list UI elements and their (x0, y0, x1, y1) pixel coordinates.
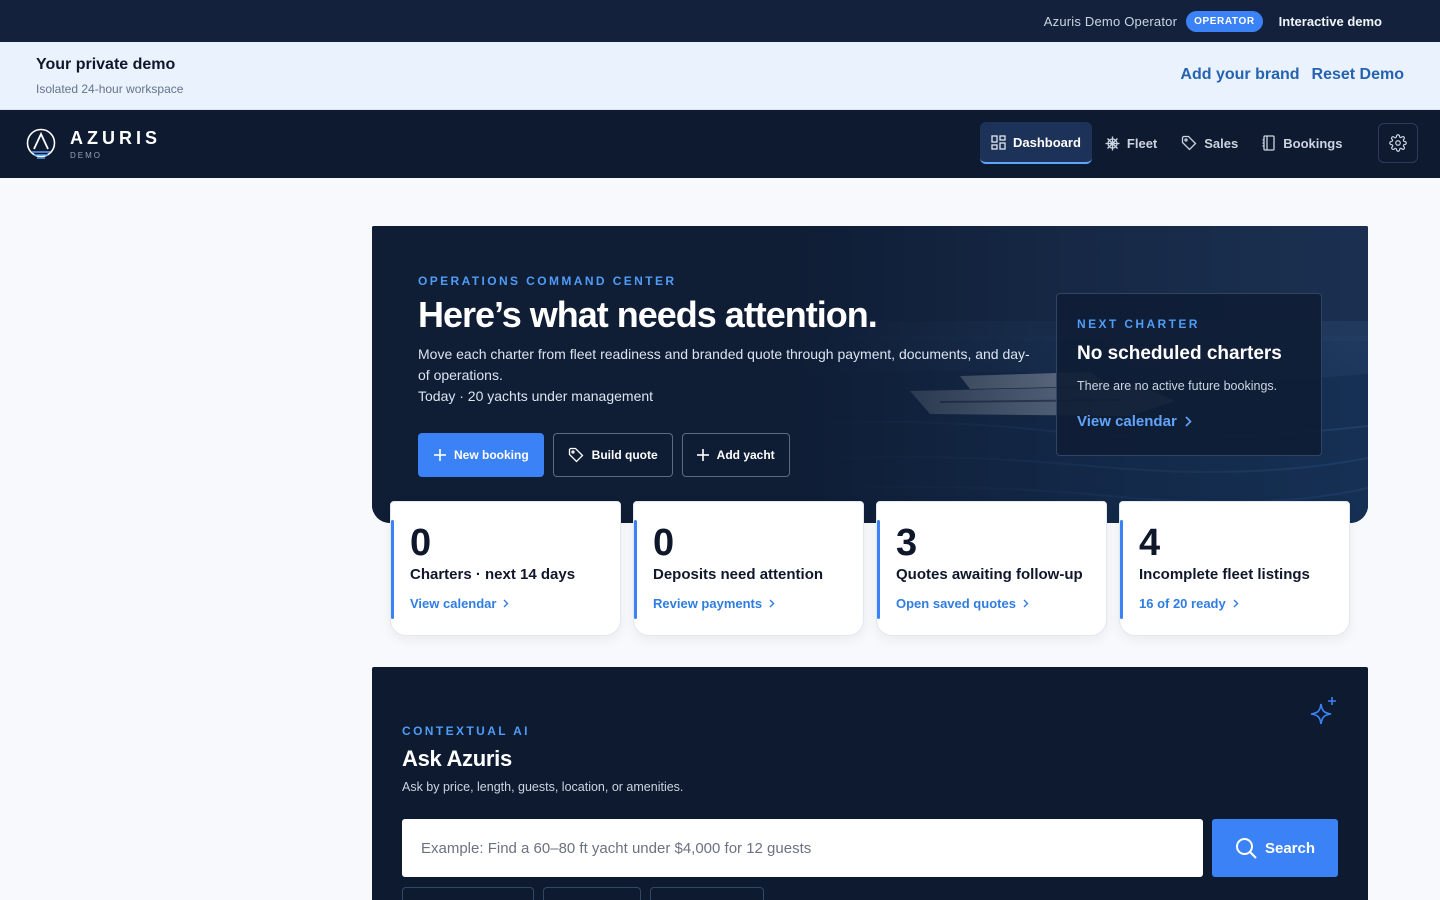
plus-icon (696, 449, 709, 461)
chevron-right-icon (769, 599, 775, 608)
nav-item-label: Bookings (1283, 135, 1343, 151)
suggestion-chip[interactable] (543, 887, 641, 900)
grid-icon (991, 134, 1006, 150)
suggestion-chip[interactable] (402, 887, 534, 900)
suggestion-chip[interactable] (650, 887, 764, 900)
stat-cards: 0 Charters · next 14 days View calendar … (390, 501, 1350, 636)
role-badge: OPERATOR (1186, 10, 1263, 32)
operator-name: Azuris Demo Operator (1043, 13, 1178, 29)
chevron-right-icon (1023, 599, 1029, 608)
nav-item-label: Fleet (1126, 135, 1158, 151)
stat-card-fleet: 4 Incomplete fleet listings 16 of 20 rea… (1119, 501, 1350, 636)
stat-value: 0 (410, 522, 432, 564)
stat-value: 4 (1139, 522, 1161, 564)
azuris-logo-icon (26, 128, 56, 159)
search-button[interactable]: Search (1212, 819, 1338, 877)
demo-title: Your private demo (36, 56, 176, 73)
hero-actions: New booking Build quote Add yacht (418, 433, 790, 477)
hero-title: Here’s what needs attention. (418, 294, 878, 335)
build-quote-button[interactable]: Build quote (552, 433, 673, 477)
chevron-right-icon (503, 599, 509, 608)
book-icon (1262, 135, 1275, 151)
stat-card-deposits: 0 Deposits need attention Review payment… (633, 501, 864, 636)
hero-description: Move each charter from fleet readiness a… (418, 346, 1030, 383)
brand-logo[interactable]: AZURIS DEMO (26, 128, 161, 160)
add-brand-link[interactable]: Add your brand (1180, 66, 1299, 84)
view-calendar-link[interactable]: View calendar (1077, 413, 1192, 430)
reset-demo-link[interactable]: Reset Demo (1312, 66, 1404, 84)
ai-eyebrow: CONTEXTUAL AI (402, 724, 530, 738)
next-charter-eyebrow: NEXT CHARTER (1077, 317, 1200, 331)
main-nav: AZURIS DEMO Dashboard Fleet Sales Bookin… (0, 110, 1440, 178)
stat-link[interactable]: Review payments (653, 596, 775, 611)
add-yacht-button[interactable]: Add yacht (681, 433, 790, 477)
stat-link[interactable]: View calendar (410, 596, 509, 611)
stat-label: Quotes awaiting follow-up (896, 566, 1083, 583)
stat-label: Charters · next 14 days (410, 566, 576, 583)
ai-title: Ask Azuris (402, 746, 512, 771)
stat-link[interactable]: 16 of 20 ready (1139, 596, 1239, 611)
stat-label: Incomplete fleet listings (1139, 566, 1310, 583)
plus-icon (434, 449, 446, 461)
ai-panel: CONTEXTUAL AI Ask Azuris Ask by price, l… (372, 667, 1368, 900)
nav-item-bookings[interactable]: Bookings (1251, 122, 1353, 164)
demo-actions: Add your brand Reset Demo (1180, 66, 1404, 84)
nav-item-sales[interactable]: Sales (1170, 122, 1249, 164)
settings-button[interactable] (1378, 123, 1418, 163)
sparkle-icon (1310, 697, 1336, 725)
suggestion-chips (402, 887, 764, 900)
hero-panel: OPERATIONS COMMAND CENTER Here’s what ne… (372, 226, 1368, 523)
nav-item-dashboard[interactable]: Dashboard (980, 122, 1092, 164)
nav-menu: Dashboard Fleet Sales Bookings (980, 122, 1355, 164)
stat-link[interactable]: Open saved quotes (896, 596, 1029, 611)
stat-value: 3 (896, 522, 918, 564)
nav-item-fleet[interactable]: Fleet (1094, 122, 1168, 164)
tag-icon (568, 447, 584, 463)
demo-subtitle: Isolated 24-hour workspace (36, 82, 184, 96)
stat-card-quotes: 3 Quotes awaiting follow-up Open saved q… (876, 501, 1107, 636)
chevron-right-icon (1185, 416, 1192, 427)
mode-label: Interactive demo (1278, 13, 1382, 29)
brand-sub: DEMO (70, 150, 102, 160)
stat-label: Deposits need attention (653, 566, 824, 583)
nav-item-label: Dashboard (1013, 134, 1081, 150)
chevron-right-icon (1233, 599, 1239, 608)
brand-name: AZURIS (70, 127, 161, 148)
nav-item-label: Sales (1204, 135, 1239, 151)
ai-search-input[interactable] (402, 819, 1203, 877)
tag-icon (1182, 135, 1197, 151)
ai-subtitle: Ask by price, length, guests, location, … (402, 780, 684, 794)
helm-icon (1105, 136, 1120, 150)
stat-value: 0 (653, 522, 675, 564)
new-booking-button[interactable]: New booking (418, 433, 544, 477)
gear-icon (1389, 134, 1407, 152)
demo-banner: Your private demo Isolated 24-hour works… (0, 42, 1440, 110)
next-charter-text: There are no active future bookings. (1077, 379, 1278, 393)
operator-bar: Azuris Demo Operator OPERATOR Interactiv… (0, 0, 1440, 42)
stat-card-charters: 0 Charters · next 14 days View calendar (390, 501, 621, 636)
next-charter-title: No scheduled charters (1077, 343, 1282, 364)
hero-today: Today · 20 yachts under management (418, 388, 654, 404)
hero-eyebrow: OPERATIONS COMMAND CENTER (418, 274, 677, 288)
next-charter-card: NEXT CHARTER No scheduled charters There… (1056, 293, 1322, 456)
search-icon (1235, 838, 1257, 859)
